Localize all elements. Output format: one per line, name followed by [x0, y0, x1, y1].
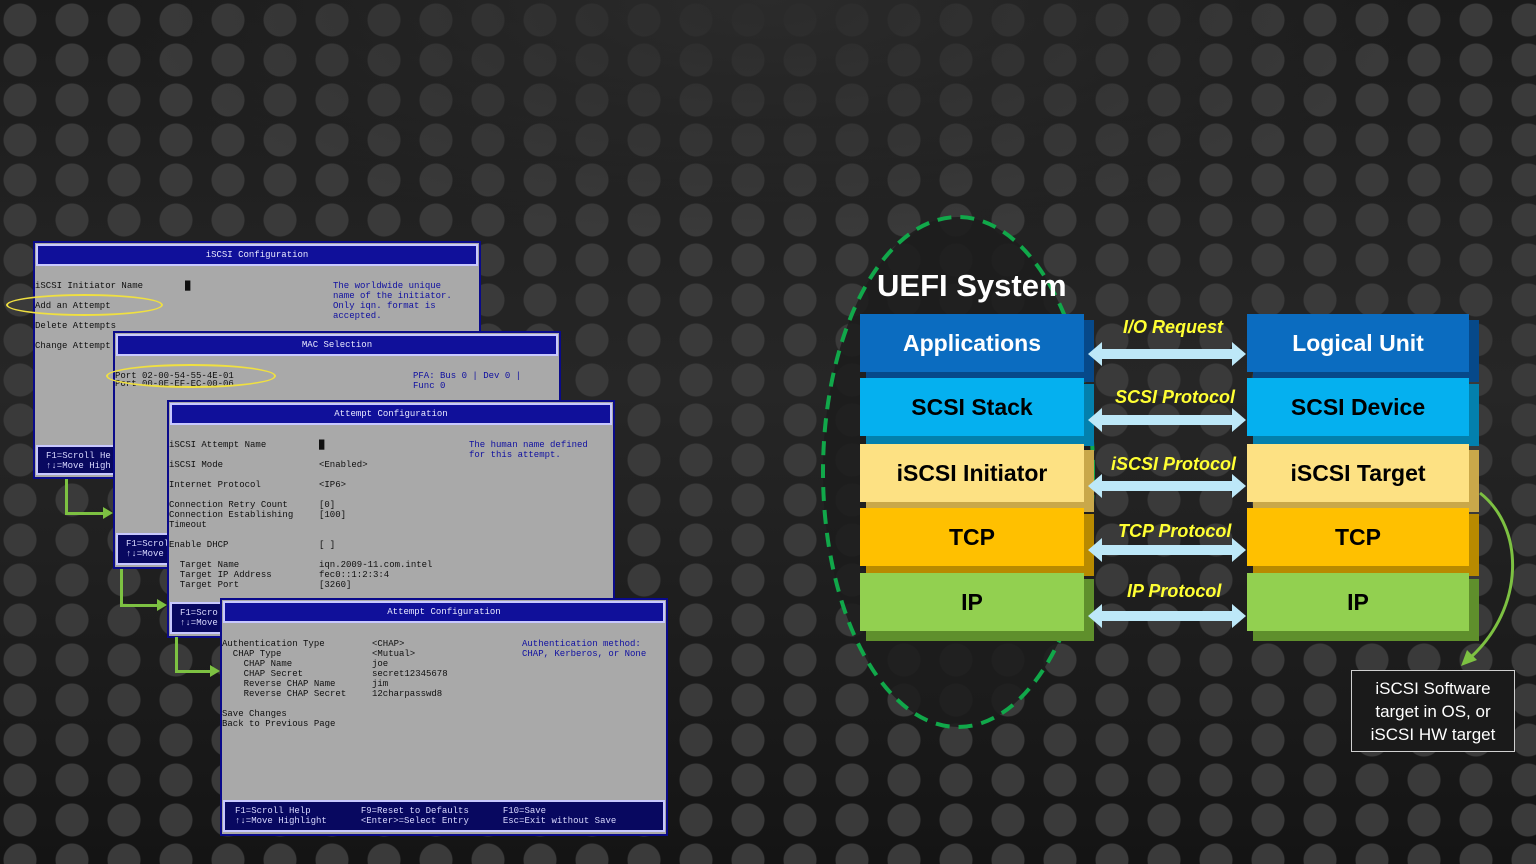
- iscsi-target-block: iSCSI Target: [1247, 444, 1479, 512]
- curved-arrow: [1461, 491, 1515, 666]
- connector-line: [120, 604, 158, 607]
- block-label: IP: [1347, 588, 1369, 615]
- tcp-block-left: TCP: [860, 508, 1094, 576]
- ip-block-right: IP: [1247, 573, 1479, 641]
- highlight-port: [106, 364, 276, 388]
- uefi-system-label: UEFI System: [877, 268, 1067, 303]
- block-label: iSCSI Initiator: [896, 459, 1048, 486]
- block-label: IP: [961, 588, 983, 615]
- block-label: Applications: [902, 329, 1041, 356]
- connector-arrowhead: [210, 665, 220, 677]
- help-text: PFA: Bus 0 | Dev 0 | Func 0: [413, 371, 522, 391]
- field-labels: iSCSI Attempt Name iSCSI Mode Internet P…: [169, 440, 294, 590]
- iscsi-target-note: iSCSI Software target in OS, or iSCSI HW…: [1351, 670, 1515, 752]
- block-label: TCP: [949, 523, 995, 550]
- ip-block-left: IP: [860, 573, 1094, 641]
- footer: F1=Scroll Help ↑↓=Move Highlight F9=Rese…: [223, 800, 665, 832]
- io-request-label: I/O Request: [1123, 317, 1224, 337]
- block-label: TCP: [1335, 523, 1381, 550]
- screen-title: Attempt Configuration: [223, 601, 665, 623]
- connector-line: [65, 479, 68, 515]
- double-arrows: [1088, 342, 1246, 628]
- field-values[interactable]: <CHAP> <Mutual> joe secret12345678 jim 1…: [372, 639, 448, 699]
- block-bottom: [866, 631, 1094, 641]
- footer-col-2: F9=Reset to Defaults <Enter>=Select Entr…: [360, 806, 469, 826]
- block-side: [1469, 320, 1479, 378]
- help-text: The worldwide unique name of the initiat…: [333, 281, 452, 321]
- iscsi-initiator-block: iSCSI Initiator: [860, 444, 1094, 512]
- scsi-device-block: SCSI Device: [1247, 378, 1479, 446]
- note-text: iSCSI Software target in OS, or iSCSI HW…: [1370, 678, 1496, 744]
- footer-col-1: F1=Scroll Help ↑↓=Move Highlight: [235, 806, 327, 826]
- connector-line: [65, 512, 105, 515]
- cursor: █: [185, 281, 191, 291]
- footer-col-3: F10=Save Esc=Exit without Save: [502, 806, 617, 826]
- connector-arrowhead: [157, 599, 167, 611]
- footer-text: F1=Scrol ↑↓=Move: [126, 539, 170, 559]
- menu-item-initiator-name[interactable]: iSCSI Initiator Name: [35, 281, 143, 291]
- screen-title: Attempt Configuration: [170, 403, 612, 425]
- highlight-add-attempt: [6, 294, 163, 316]
- block-label: SCSI Stack: [911, 393, 1033, 420]
- attempt-configuration-screen-2: Attempt Configuration Authentication Typ…: [220, 598, 668, 836]
- block-bottom: [1253, 631, 1479, 641]
- block-side: [1469, 384, 1479, 442]
- screen-title: MAC Selection: [116, 334, 558, 356]
- tcp-block-right: TCP: [1247, 508, 1479, 576]
- footer-text: F1=Scro ↑↓=Move: [180, 608, 218, 628]
- connector-line: [120, 569, 123, 607]
- help-text: Authentication method: CHAP, Kerberos, o…: [522, 639, 647, 659]
- screen-title: iSCSI Configuration: [36, 244, 478, 266]
- menu-item-change-attempt[interactable]: Change Attempt: [35, 341, 111, 351]
- menu-item-delete-attempts[interactable]: Delete Attempts: [35, 321, 116, 331]
- scsi-stack-block: SCSI Stack: [860, 378, 1094, 446]
- help-text: The human name defined for this attempt.: [469, 440, 588, 460]
- connector-line: [175, 670, 212, 673]
- footer-text: F1=Scroll He ↑↓=Move High: [46, 451, 111, 471]
- logical-unit-block: Logical Unit: [1247, 314, 1479, 382]
- connector-line: [175, 637, 178, 673]
- block-label: SCSI Device: [1290, 393, 1426, 420]
- block-label: Logical Unit: [1292, 329, 1424, 356]
- applications-block: Applications: [860, 314, 1094, 382]
- block-label: iSCSI Target: [1290, 459, 1426, 486]
- field-values[interactable]: █ <Enabled> <IP6> [0] [100] [ ] iqn.2009…: [319, 440, 432, 590]
- connector-arrowhead: [103, 507, 113, 519]
- field-labels: Authentication Type CHAP Type CHAP Name …: [222, 639, 347, 729]
